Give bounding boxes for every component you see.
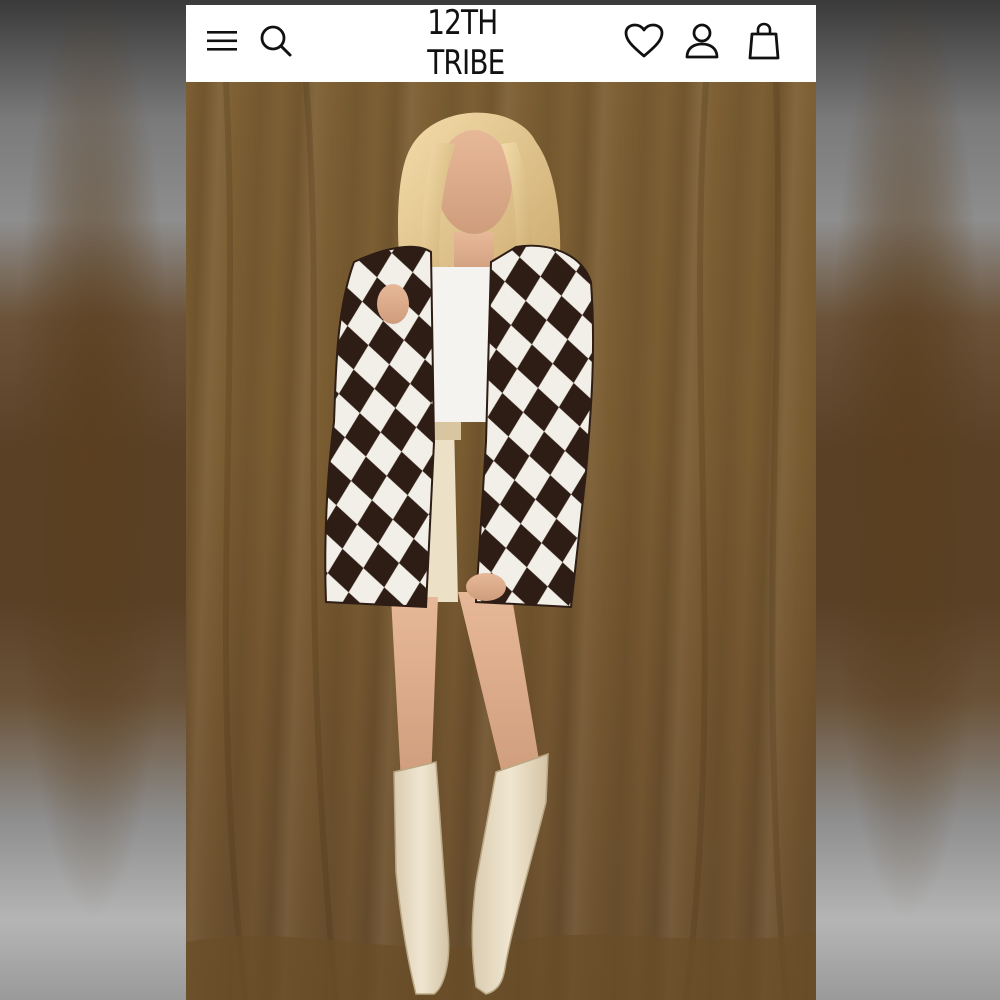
search-icon[interactable]: [254, 19, 298, 63]
product-hero-image[interactable]: [186, 82, 816, 1000]
user-icon[interactable]: [680, 19, 724, 63]
mobile-screen: 12TH TRIBE: [186, 5, 816, 1000]
site-header: 12TH TRIBE: [186, 5, 816, 83]
shopping-bag-icon[interactable]: [742, 19, 786, 63]
brand-logo[interactable]: 12TH TRIBE: [427, 5, 575, 83]
left-blurred-background: [0, 0, 186, 1000]
hamburger-menu-icon[interactable]: [200, 19, 244, 63]
heart-icon[interactable]: [622, 19, 666, 63]
right-blurred-background: [814, 0, 1000, 1000]
model-illustration: [186, 82, 816, 1000]
